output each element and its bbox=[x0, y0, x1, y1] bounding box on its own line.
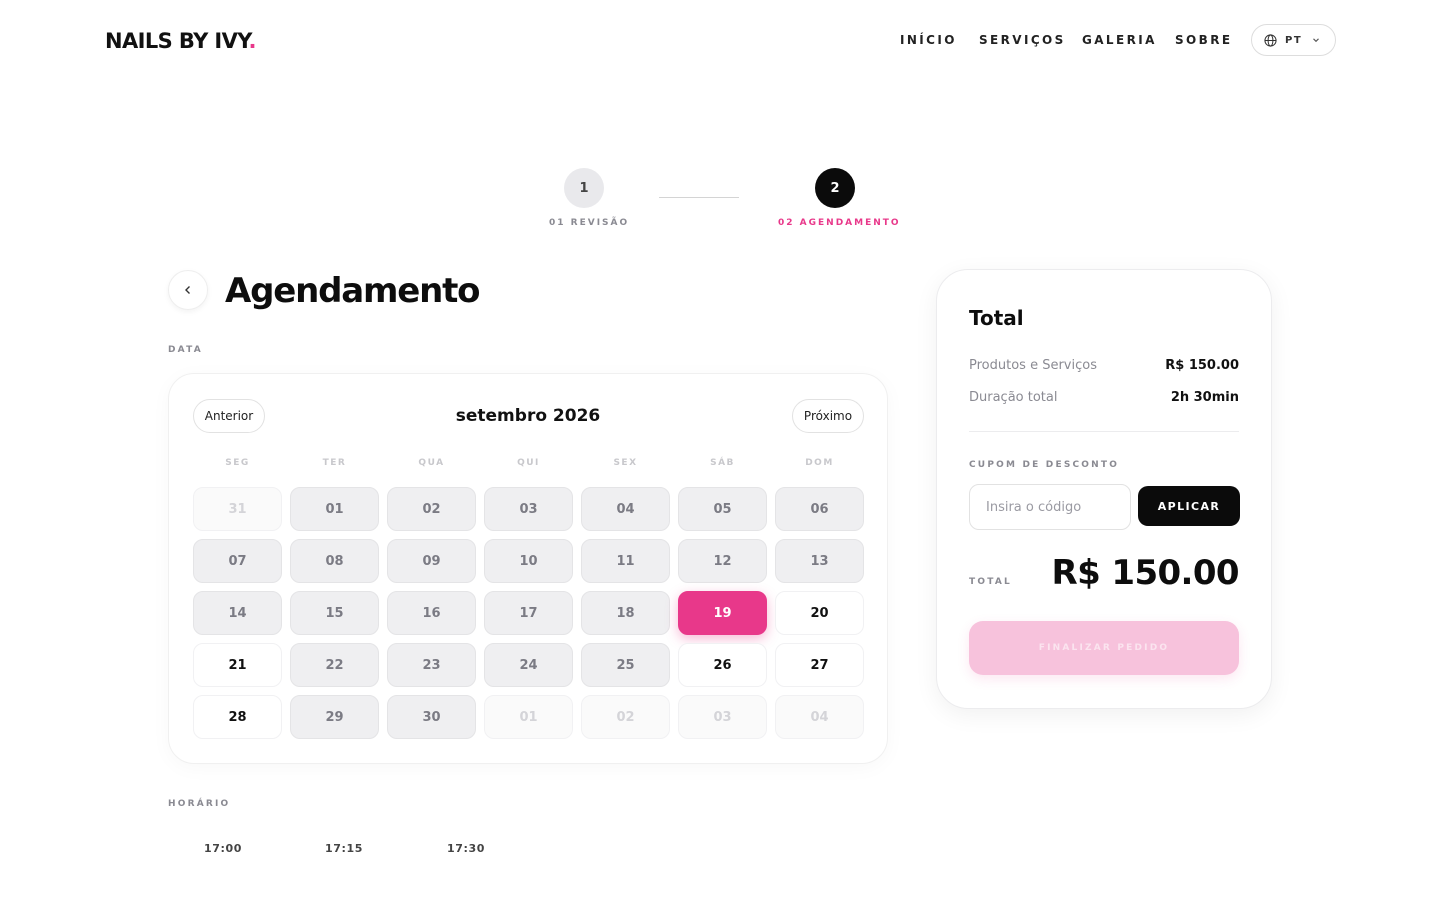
calendar-day: 12 bbox=[678, 539, 767, 583]
page-title: Agendamento bbox=[225, 271, 481, 311]
calendar-day: 24 bbox=[484, 643, 573, 687]
weekday-label: SEX bbox=[613, 458, 638, 468]
weekday-label: QUI bbox=[517, 458, 540, 468]
calendar-day: 15 bbox=[290, 591, 379, 635]
time-slot[interactable]: 17:00 bbox=[168, 842, 278, 855]
nav-link-sobre[interactable]: SOBRE bbox=[1175, 33, 1232, 47]
calendar-day: 11 bbox=[581, 539, 670, 583]
language-selector[interactable]: PT bbox=[1251, 24, 1336, 56]
time-slot[interactable]: 17:15 bbox=[289, 842, 399, 855]
calendar-day: 07 bbox=[193, 539, 282, 583]
calendar-month-title: setembro 2026 bbox=[455, 406, 601, 426]
apply-coupon-button[interactable]: APLICAR bbox=[1138, 486, 1240, 526]
total-label: TOTAL bbox=[969, 577, 1012, 587]
weekday-label: SÁB bbox=[710, 458, 735, 468]
globe-icon bbox=[1264, 33, 1277, 47]
calendar-day-selected[interactable]: 19 bbox=[678, 591, 767, 635]
calendar-day: 13 bbox=[775, 539, 864, 583]
back-button[interactable] bbox=[168, 270, 208, 310]
calendar-day: 04 bbox=[581, 487, 670, 531]
chevron-down-icon bbox=[1313, 38, 1320, 43]
logo[interactable]: NAILS BY IVY. bbox=[105, 29, 256, 53]
step-connector bbox=[659, 197, 739, 198]
calendar-day: 03 bbox=[484, 487, 573, 531]
nav-link-inicio[interactable]: INÍCIO bbox=[900, 33, 957, 47]
calendar-day: 17 bbox=[484, 591, 573, 635]
calendar-day[interactable]: 20 bbox=[775, 591, 864, 635]
language-label: PT bbox=[1285, 34, 1303, 46]
calendar-day: 05 bbox=[678, 487, 767, 531]
order-summary-card: Total Produtos e Serviços R$ 150.00 Dura… bbox=[936, 269, 1272, 709]
calendar-day: 23 bbox=[387, 643, 476, 687]
products-services-label: Produtos e Serviços bbox=[969, 358, 1097, 373]
weekday-label: TER bbox=[322, 458, 347, 468]
total-value: R$ 150.00 bbox=[1051, 553, 1240, 593]
time-section-label: HORÁRIO bbox=[168, 799, 231, 809]
calendar: Anterior setembro 2026 Próximo SEG TER QUA… bbox=[168, 373, 888, 764]
calendar-day: 25 bbox=[581, 643, 670, 687]
date-section-label: DATA bbox=[168, 345, 203, 355]
weekday-label: DOM bbox=[805, 458, 834, 468]
step-1-circle[interactable]: 1 bbox=[564, 168, 604, 208]
calendar-day: 04 bbox=[775, 695, 864, 739]
calendar-day[interactable]: 27 bbox=[775, 643, 864, 687]
calendar-day: 16 bbox=[387, 591, 476, 635]
nav-link-servicos[interactable]: SERVIÇOS bbox=[979, 33, 1066, 47]
calendar-day: 02 bbox=[581, 695, 670, 739]
coupon-input[interactable] bbox=[969, 484, 1131, 530]
calendar-day: 06 bbox=[775, 487, 864, 531]
calendar-day: 29 bbox=[290, 695, 379, 739]
calendar-day: 08 bbox=[290, 539, 379, 583]
calendar-day: 31 bbox=[193, 487, 282, 531]
calendar-day: 14 bbox=[193, 591, 282, 635]
step-2-circle: 2 bbox=[815, 168, 855, 208]
total-duration-label: Duração total bbox=[969, 390, 1058, 405]
step-2-label: 02 AGENDAMENTO bbox=[778, 218, 901, 228]
weekday-label: SEG bbox=[225, 458, 250, 468]
calendar-day: 10 bbox=[484, 539, 573, 583]
summary-divider bbox=[969, 431, 1239, 432]
calendar-day: 30 bbox=[387, 695, 476, 739]
calendar-day[interactable]: 26 bbox=[678, 643, 767, 687]
finish-order-button[interactable]: FINALIZAR PEDIDO bbox=[969, 621, 1239, 675]
products-services-value: R$ 150.00 bbox=[1165, 358, 1239, 373]
calendar-days-grid: 31 01 02 03 04 05 06 07 08 09 10 11 12 13 14 15 16 17 18 19… bbox=[193, 487, 864, 739]
logo-text: NAILS BY IVY bbox=[105, 29, 249, 53]
calendar-day[interactable]: 21 bbox=[193, 643, 282, 687]
coupon-label: CUPOM DE DESCONTO bbox=[969, 460, 1120, 470]
time-slot[interactable]: 17:30 bbox=[411, 842, 521, 855]
calendar-day: 02 bbox=[387, 487, 476, 531]
weekday-label: QUA bbox=[418, 458, 445, 468]
calendar-day: 22 bbox=[290, 643, 379, 687]
nav-link-galeria[interactable]: GALERIA bbox=[1082, 33, 1157, 47]
chevron-left-icon bbox=[185, 286, 190, 294]
calendar-day: 18 bbox=[581, 591, 670, 635]
calendar-day: 03 bbox=[678, 695, 767, 739]
summary-title: Total bbox=[969, 306, 1024, 330]
calendar-day[interactable]: 28 bbox=[193, 695, 282, 739]
calendar-day: 01 bbox=[484, 695, 573, 739]
calendar-day: 09 bbox=[387, 539, 476, 583]
logo-dot: . bbox=[248, 29, 256, 53]
next-month-button[interactable]: Próximo bbox=[792, 399, 864, 433]
calendar-day: 01 bbox=[290, 487, 379, 531]
weekday-header: SEG TER QUA QUI SEX SÁB DOM bbox=[193, 458, 863, 468]
total-duration-value: 2h 30min bbox=[1170, 390, 1239, 405]
step-1-label: 01 REVISÃO bbox=[549, 218, 630, 228]
